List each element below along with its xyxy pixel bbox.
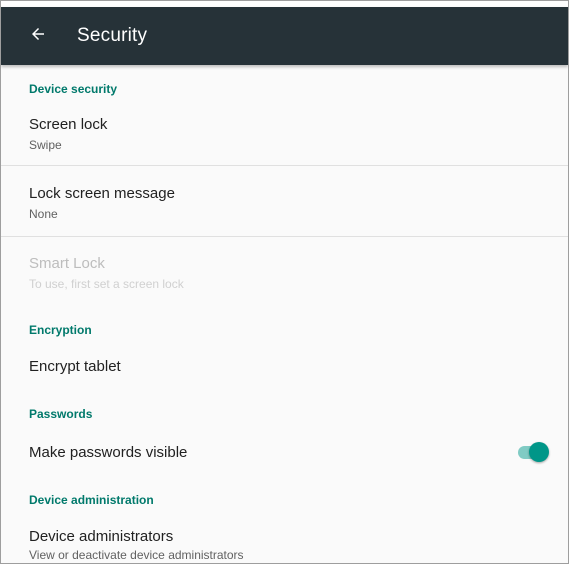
device-administrators-summary: View or deactivate device administrators — [29, 548, 244, 562]
lock-screen-message-title: Lock screen message — [29, 185, 175, 202]
make-passwords-visible-title: Make passwords visible — [29, 444, 188, 461]
encrypt-tablet-title: Encrypt tablet — [29, 358, 121, 375]
section-header-encryption: Encryption — [29, 323, 92, 337]
back-button[interactable] — [19, 17, 57, 55]
make-passwords-visible-toggle[interactable] — [518, 442, 550, 462]
device-administrators-item[interactable]: Device administrators View or deactivate… — [1, 517, 568, 563]
toolbar: Security — [1, 7, 568, 65]
toggle-thumb — [529, 442, 549, 462]
page-title: Security — [77, 25, 148, 46]
settings-screen: Security Device security Screen lock Swi… — [0, 0, 569, 564]
make-passwords-visible-item[interactable]: Make passwords visible — [1, 429, 568, 475]
screen-lock-title: Screen lock — [29, 116, 108, 133]
screen-lock-item[interactable]: Screen lock Swipe — [1, 105, 568, 165]
section-header-passwords: Passwords — [29, 407, 93, 421]
smart-lock-summary: To use, first set a screen lock — [29, 277, 184, 291]
encrypt-tablet-item[interactable]: Encrypt tablet — [1, 345, 568, 389]
lock-screen-message-item[interactable]: Lock screen message None — [1, 166, 568, 236]
screen-lock-summary: Swipe — [29, 138, 62, 152]
section-header-device-administration: Device administration — [29, 493, 154, 507]
arrow-back-icon — [29, 25, 47, 48]
section-header-device-security: Device security — [29, 82, 118, 96]
device-administrators-title: Device administrators — [29, 528, 174, 545]
smart-lock-item: Smart Lock To use, first set a screen lo… — [1, 237, 568, 307]
smart-lock-title: Smart Lock — [29, 255, 105, 272]
lock-screen-message-summary: None — [29, 207, 58, 221]
